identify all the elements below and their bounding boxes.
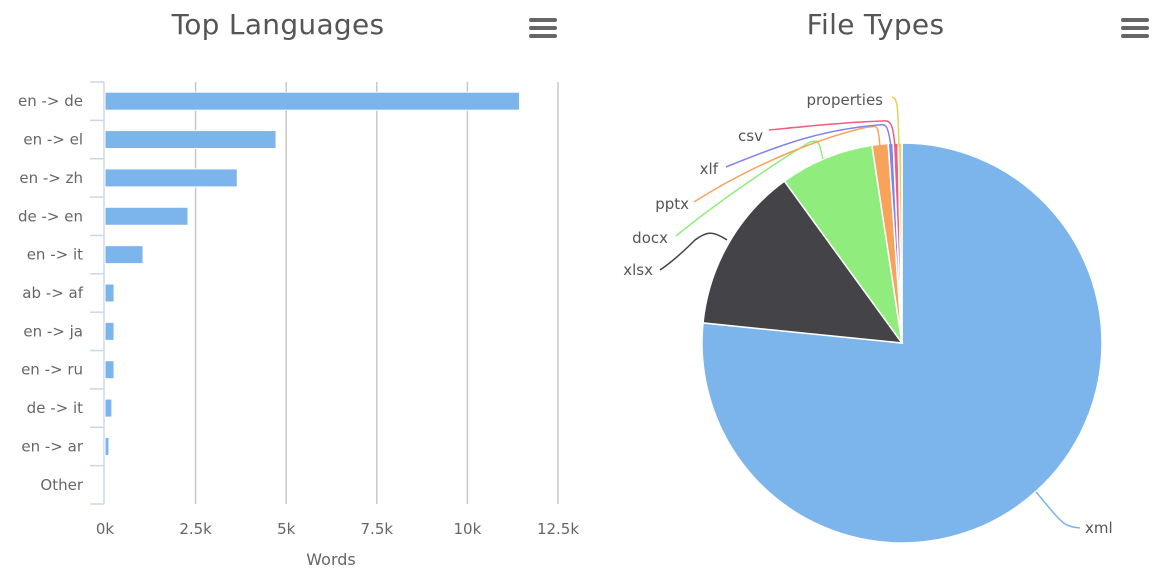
x-tick-label: 10k [454, 520, 482, 538]
x-tick-label: 12.5k [537, 520, 579, 538]
y-category-label: en -> it [27, 246, 83, 264]
hamburger-line [1121, 34, 1149, 38]
bar [104, 283, 115, 303]
y-category-label: en -> de [18, 92, 83, 110]
bar-chart-plot: 0k 2.5k 5k 7.5k 10k 12.5k en -> de en -> el en -… [18, 81, 579, 569]
bar [104, 436, 110, 456]
y-category-label: de -> en [18, 207, 83, 225]
x-tick-label: 2.5k [179, 520, 212, 538]
bar [104, 206, 189, 226]
y-category-label: en -> ar [21, 437, 83, 455]
y-category-label: Other [40, 476, 83, 494]
bar [104, 168, 238, 188]
hamburger-line [1121, 26, 1149, 30]
bar [104, 360, 115, 380]
y-category-label: en -> zh [19, 169, 83, 187]
bar [104, 130, 277, 150]
bar [104, 398, 113, 418]
y-category-label: en -> ru [21, 361, 83, 379]
bar [104, 321, 115, 341]
x-axis-title: Words [306, 550, 355, 569]
y-category-label: en -> el [23, 131, 83, 149]
hamburger-menu-icon [1121, 18, 1149, 22]
top-languages-chart: Top Languages 0k 2.5k 5k 7.5k 10k 12.5k en -> … [0, 0, 580, 583]
x-tick-label: 5k [277, 520, 296, 538]
y-category-label: ab -> af [22, 284, 83, 302]
bar [104, 91, 521, 111]
file-types-chart: File Types [580, 0, 1161, 583]
chart-title: File Types [806, 8, 945, 41]
x-tick-label: 7.5k [361, 520, 394, 538]
chart-menu-button[interactable] [1121, 18, 1149, 42]
x-tick-label: 0k [96, 520, 115, 538]
bar [104, 245, 144, 265]
y-category-label: en -> ja [23, 322, 83, 340]
y-category-label: de -> it [27, 399, 83, 417]
